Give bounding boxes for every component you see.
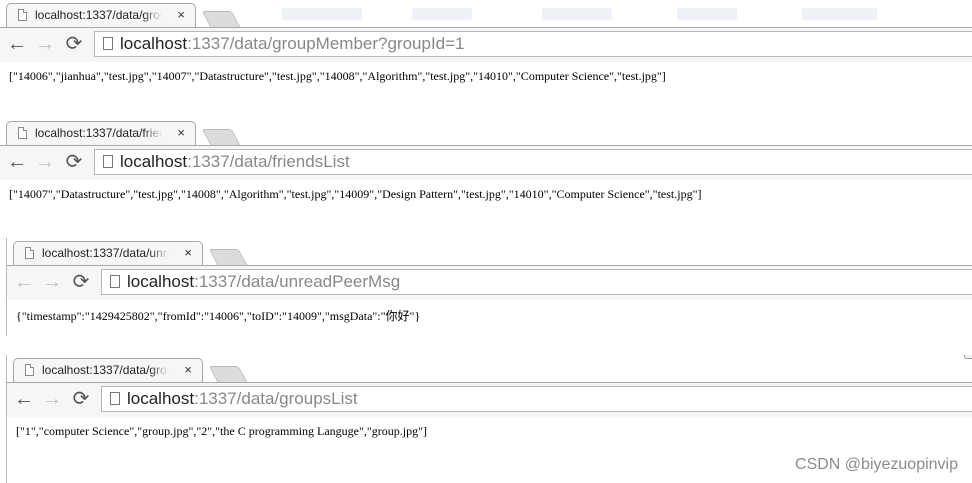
url-host: localhost <box>120 152 188 171</box>
url-path: :1337/data/unreadPeerMsg <box>194 272 401 291</box>
page-content: ["14006","jianhua","test.jpg","14007","D… <box>0 62 972 99</box>
new-tab-button[interactable] <box>208 249 248 265</box>
url-text: localhost:1337/data/friendsList <box>120 152 350 172</box>
new-tab-button[interactable] <box>201 129 241 145</box>
close-icon[interactable]: × <box>184 362 192 378</box>
tab-active[interactable]: localhost:1337/data/friendsList × <box>6 121 196 145</box>
reload-icon[interactable]: ⟳ <box>63 33 85 55</box>
browser-window-unread-peer-msg: localhost:1337/data/unreadPeerMsg × ← → … <box>6 238 972 336</box>
forward-arrow-icon[interactable]: → <box>34 151 56 173</box>
csdn-watermark: CSDN @biyezuopinvip <box>795 456 958 473</box>
address-bar[interactable]: localhost:1337/data/groupMember?groupId=… <box>94 31 972 57</box>
tab-title: localhost:1337/data/friendsList <box>35 126 162 140</box>
page-content: ["14007","Datastructure","test.jpg","140… <box>0 180 972 219</box>
json-response: {"timestamp":"1429425802","fromId":"1400… <box>16 309 421 323</box>
page-icon <box>110 275 120 288</box>
url-host: localhost <box>127 389 195 408</box>
address-bar[interactable]: localhost:1337/data/groupsList <box>101 386 972 412</box>
close-icon[interactable]: × <box>177 125 185 141</box>
page-content: {"timestamp":"1429425802","fromId":"1400… <box>7 300 972 336</box>
toolbar: ← → ⟳ localhost:1337/data/unreadPeerMsg <box>7 265 972 301</box>
forward-arrow-icon[interactable]: → <box>41 271 63 293</box>
browser-window-group-member: localhost:1337/data/groupMember?groupId=… <box>0 0 972 99</box>
tab-strip: localhost:1337/data/groupsList × <box>7 355 972 382</box>
url-host: localhost <box>127 272 195 291</box>
reload-icon[interactable]: ⟳ <box>70 388 92 410</box>
page-icon <box>103 155 113 168</box>
background-tabs <box>232 2 972 24</box>
close-icon[interactable]: × <box>177 7 185 23</box>
back-arrow-icon[interactable]: ← <box>6 151 28 173</box>
tab-active[interactable]: localhost:1337/data/groupMember?groupId=… <box>6 3 196 27</box>
back-arrow-icon[interactable]: ← <box>6 33 28 55</box>
tab-strip: localhost:1337/data/groupMember?groupId=… <box>0 0 972 27</box>
toolbar: ← → ⟳ localhost:1337/data/groupsList <box>7 382 972 418</box>
forward-arrow-icon[interactable]: → <box>34 33 56 55</box>
browser-window-friends-list: localhost:1337/data/friendsList × ← → ⟳ … <box>0 118 972 219</box>
page-icon <box>110 392 120 405</box>
url-host: localhost <box>120 34 188 53</box>
back-arrow-icon[interactable]: ← <box>13 271 35 293</box>
back-arrow-icon[interactable]: ← <box>13 388 35 410</box>
tab-title: localhost:1337/data/unreadPeerMsg <box>42 246 169 260</box>
page-favicon-icon <box>25 364 34 376</box>
reload-icon[interactable]: ⟳ <box>70 271 92 293</box>
json-response: ["14006","jianhua","test.jpg","14007","D… <box>9 69 666 83</box>
reload-icon[interactable]: ⟳ <box>63 151 85 173</box>
json-response: ["1","computer Science","group.jpg","2",… <box>16 424 428 438</box>
page-favicon-icon <box>18 127 27 139</box>
address-bar[interactable]: localhost:1337/data/friendsList <box>94 149 972 175</box>
url-text: localhost:1337/data/unreadPeerMsg <box>127 272 400 292</box>
tab-title: localhost:1337/data/groupMember?groupId=… <box>35 8 162 22</box>
url-path: :1337/data/groupMember?groupId=1 <box>187 34 465 53</box>
tab-active[interactable]: localhost:1337/data/unreadPeerMsg × <box>13 241 203 265</box>
json-response: ["14007","Datastructure","test.jpg","140… <box>9 187 702 201</box>
url-text: localhost:1337/data/groupMember?groupId=… <box>120 34 465 54</box>
address-bar[interactable]: localhost:1337/data/unreadPeerMsg <box>101 269 972 295</box>
forward-arrow-icon[interactable]: → <box>41 388 63 410</box>
url-path: :1337/data/groupsList <box>194 389 358 408</box>
toolbar: ← → ⟳ localhost:1337/data/friendsList <box>0 145 972 181</box>
tab-strip: localhost:1337/data/unreadPeerMsg × <box>7 238 972 265</box>
tab-title: localhost:1337/data/groupsList <box>42 363 169 377</box>
page-favicon-icon <box>18 9 27 21</box>
page-icon <box>103 37 113 50</box>
tab-strip: localhost:1337/data/friendsList × <box>0 118 972 145</box>
url-text: localhost:1337/data/groupsList <box>127 389 358 409</box>
new-tab-button[interactable] <box>208 366 248 382</box>
toolbar: ← → ⟳ localhost:1337/data/groupMember?gr… <box>0 27 972 63</box>
url-path: :1337/data/friendsList <box>187 152 350 171</box>
close-icon[interactable]: × <box>184 245 192 261</box>
page-favicon-icon <box>25 247 34 259</box>
tab-active[interactable]: localhost:1337/data/groupsList × <box>13 358 203 382</box>
